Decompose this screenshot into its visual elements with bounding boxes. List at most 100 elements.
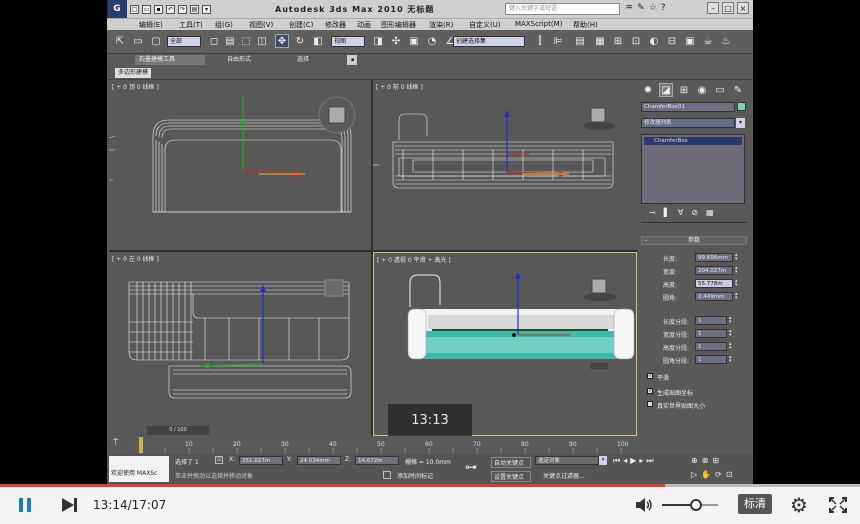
close-button[interactable]: × [737,2,749,14]
z-coord-field[interactable]: 14.672m [355,456,399,465]
keyboard-shortcut-icon[interactable]: ▣ [407,34,421,48]
viewport-front[interactable]: [ + 0 前 0 线框 ] [373,80,637,250]
curve-editor-icon[interactable]: ⊞ [611,34,625,48]
key-mode-dropdown[interactable]: 选定对象 [535,456,599,465]
auto-key-button[interactable]: 自动关键点 [491,457,531,468]
pin-stack-icon[interactable]: ⊸ [649,208,656,217]
utilities-panel-icon[interactable]: ✎ [731,83,745,97]
prev-frame-icon[interactable]: ◂ [623,456,627,466]
pause-icon[interactable] [16,496,34,514]
search-input[interactable]: 键入关键字或短语 [505,3,620,15]
redo-icon[interactable]: ↷ [178,4,187,14]
menu-customize[interactable]: 自定义(U) [469,20,501,30]
configure-modifier-sets-icon[interactable]: ▦ [706,208,714,217]
reference-coord-dropdown[interactable]: 视图 [331,36,365,47]
menu-rendering[interactable]: 渲染(R) [429,20,453,30]
app-logo-icon[interactable]: G [107,0,127,18]
open-file-icon[interactable]: ▭ [142,4,151,14]
volume-slider[interactable] [662,499,718,511]
timeline-ruler[interactable]: 10 20 30 40 50 60 70 80 90 100 [133,436,633,454]
width-input[interactable]: 204.027m [695,266,733,275]
viewcube-icon[interactable] [324,279,344,297]
render-setup-icon[interactable]: ⊟ [665,34,679,48]
height-input[interactable]: 55.778m [695,279,733,288]
remove-modifier-icon[interactable]: ⊘ [691,208,698,217]
real-world-map-checkbox[interactable] [647,401,653,407]
settings-gear-icon[interactable]: ⚙ [788,494,810,516]
modifier-list-arrow-icon[interactable]: ▾ [736,118,745,128]
zoom-all-icon[interactable]: ⊗ [702,456,709,465]
pivot-center-icon[interactable]: ◨ [371,34,385,48]
motion-panel-icon[interactable]: ◉ [695,83,709,97]
select-by-name-icon[interactable]: ▤ [223,34,237,48]
unlink-icon[interactable]: ▭ [131,34,145,48]
menu-modifiers[interactable]: 修改器 [325,20,346,30]
height-segs-input[interactable]: 1 [695,342,727,351]
add-time-tag[interactable]: 添加时间标记 [397,471,433,480]
named-selection-sets-dropdown[interactable]: 创建选择集 [453,36,525,47]
quick-access-dropdown-icon[interactable]: ▾ [202,4,211,14]
stack-item[interactable]: ChamferBox [644,137,742,145]
viewcube-icon[interactable] [590,107,606,123]
select-link-icon[interactable]: ⇱ [113,34,127,48]
pan-icon[interactable]: ✋ [701,470,711,479]
mini-curve-editor-icon[interactable]: ⍑ [113,438,118,448]
bind-space-warp-icon[interactable]: ▢ [149,34,163,48]
select-and-rotate-icon[interactable]: ↻ [293,34,307,48]
display-panel-icon[interactable]: ▭ [713,83,727,97]
menu-animation[interactable]: 动画 [357,20,371,30]
modifier-list-dropdown[interactable]: 修改器列表 [641,118,735,128]
viewcube-icon[interactable] [328,106,346,124]
viewcube-icon[interactable] [591,278,607,294]
menu-help[interactable]: 帮助(H) [573,20,598,30]
width-segs-input[interactable]: 1 [695,329,727,338]
length-segs-spinner-icon[interactable]: ▴ ▾ [729,316,734,325]
project-folder-icon[interactable]: ▤ [190,4,199,14]
selection-filter-dropdown[interactable]: 全部 [167,36,201,47]
save-file-icon[interactable]: ▪ [154,4,163,14]
fillet-spinner-icon[interactable]: ▴ ▾ [735,292,740,301]
help-icon[interactable]: ? [661,3,666,13]
set-key-icon[interactable]: ⊶ [465,460,477,474]
width-segs-spinner-icon[interactable]: ▴ ▾ [729,329,734,338]
tab-selection[interactable]: 选择 [293,55,313,65]
parameters-rollout-header[interactable]: - 参数 [641,236,747,245]
height-segs-spinner-icon[interactable]: ▴ ▾ [729,342,734,351]
select-and-move-icon[interactable]: ✥ [275,34,289,48]
volume-knob[interactable] [689,499,702,511]
modify-panel-icon[interactable]: ◪ [659,83,673,97]
orbit-icon[interactable]: ⟳ [715,470,722,479]
window-crossing-icon[interactable]: ◫ [255,34,269,48]
zoom-icon[interactable]: ⊕ [691,456,698,465]
set-key-button[interactable]: 设置关键点 [491,471,531,482]
menu-maxscript[interactable]: MAXScript(M) [515,20,562,28]
undo-icon[interactable]: ↶ [166,4,175,14]
width-spinner-icon[interactable]: ▴ ▾ [735,266,740,275]
render-iterative-icon[interactable]: ♨ [719,34,733,48]
render-production-icon[interactable]: ☕ [701,34,715,48]
snaps-toggle-icon[interactable]: ◔ [425,34,439,48]
object-color-swatch[interactable] [737,102,746,111]
tab-freeform[interactable]: 自由形式 [223,55,255,65]
material-editor-icon[interactable]: ◐ [647,34,661,48]
fillet-input[interactable]: 2.449mm [695,292,733,301]
fullscreen-icon[interactable] [828,496,848,514]
menu-views[interactable]: 视图(V) [249,20,273,30]
menu-group[interactable]: 组(G) [215,20,233,30]
next-icon[interactable] [60,496,80,514]
x-coord-field[interactable]: 251.027m [239,456,283,465]
viewport-top[interactable]: [ + 0 顶 0 线框 ] [109,80,371,250]
minimize-button[interactable]: – [707,2,719,14]
favorites-star-icon[interactable]: ☆ [649,3,657,13]
fillet-segs-input[interactable]: 1 [695,355,727,364]
key-mode-dropdown-arrow-icon[interactable]: ▾ [599,456,607,465]
goto-end-icon[interactable]: ⏭ [646,456,653,466]
length-segs-input[interactable]: 1 [695,316,727,325]
maximize-button[interactable]: □ [722,2,734,14]
fillet-segs-spinner-icon[interactable]: ▴ ▾ [729,355,734,364]
menu-graph-editors[interactable]: 图形编辑器 [381,20,416,30]
viewport-left[interactable]: [ + 0 左 0 线框 ] [109,252,371,436]
frame-display[interactable]: 0 / 100 [147,426,209,435]
gen-mapping-checkbox[interactable]: ✓ [647,388,653,394]
show-end-result-icon[interactable]: ▌ [664,208,670,217]
